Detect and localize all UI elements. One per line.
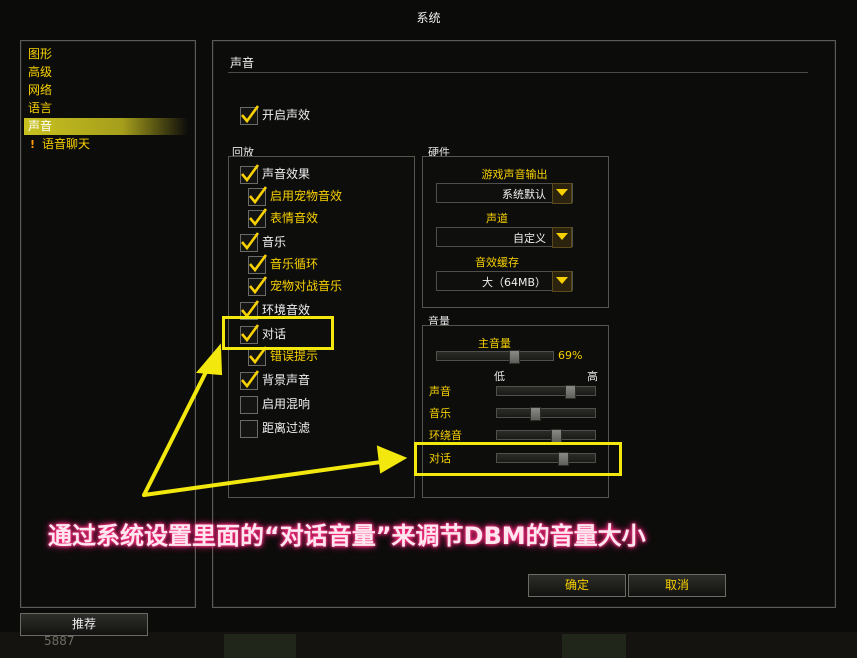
settings-dialog: 系统 图形 高级 网络 语言 声音 ! 语音聊天 推荐 5887 声音 开启声效… (0, 0, 857, 658)
arrow-head-icon (376, 445, 408, 474)
annotation-arrows (142, 343, 408, 497)
annotation-caption: 通过系统设置里面的“对话音量”来调节DBM的音量大小 (48, 522, 646, 550)
arrow-head-icon (195, 343, 223, 376)
